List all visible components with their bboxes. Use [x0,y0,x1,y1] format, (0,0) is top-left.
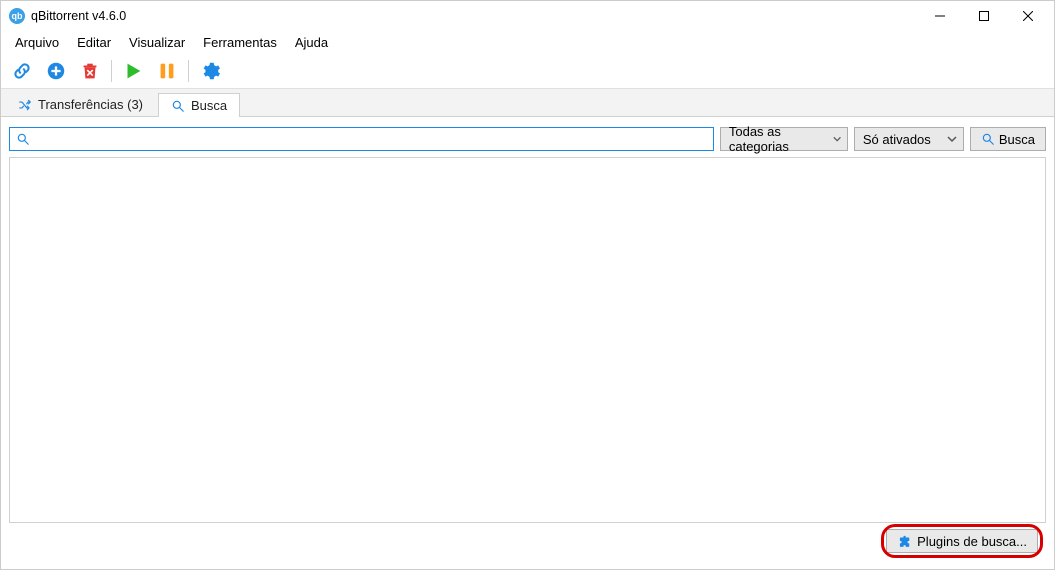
search-icon [16,132,30,146]
menu-help[interactable]: Ajuda [287,33,336,52]
menubar: Arquivo Editar Visualizar Ferramentas Aj… [1,31,1054,53]
tab-search[interactable]: Busca [158,93,240,117]
results-panel [9,157,1046,523]
pause-icon [156,60,178,82]
titlebar: qb qBittorrent v4.6.0 [1,1,1054,31]
status-select-label: Só ativados [863,132,931,147]
start-button[interactable] [118,56,148,86]
app-icon: qb [9,8,25,24]
toolbar [1,53,1054,89]
menu-file[interactable]: Arquivo [7,33,67,52]
tab-search-label: Busca [191,98,227,113]
shuffle-icon [18,98,32,112]
gear-icon [199,60,221,82]
delete-button[interactable] [75,56,105,86]
window-minimize-button[interactable] [918,1,962,31]
plus-circle-icon [45,60,67,82]
window-maximize-button[interactable] [962,1,1006,31]
trash-icon [79,60,101,82]
chevron-down-icon [833,134,841,144]
category-select-label: Todas as categorias [729,124,825,154]
maximize-icon [979,11,989,21]
link-icon [11,60,33,82]
add-link-button[interactable] [7,56,37,86]
chevron-down-icon [947,134,957,144]
search-button-label: Busca [999,132,1035,147]
menu-edit[interactable]: Editar [69,33,119,52]
window-title: qBittorrent v4.6.0 [31,9,126,23]
category-select[interactable]: Todas as categorias [720,127,848,151]
search-button[interactable]: Busca [970,127,1046,151]
search-icon [171,99,185,113]
toolbar-separator [188,60,189,82]
add-torrent-button[interactable] [41,56,71,86]
tabs: Transferências (3) Busca [1,89,1054,117]
toolbar-separator [111,60,112,82]
search-row: Todas as categorias Só ativados Busca [9,127,1046,151]
minimize-icon [935,11,945,21]
tab-transfers[interactable]: Transferências (3) [5,92,156,116]
tab-transfers-label: Transferências (3) [38,97,143,112]
search-input-container [9,127,714,151]
search-plugins-button[interactable]: Plugins de busca... [886,529,1038,553]
search-icon [981,132,995,146]
window-close-button[interactable] [1006,1,1050,31]
status-select[interactable]: Só ativados [854,127,964,151]
play-icon [122,60,144,82]
pause-button[interactable] [152,56,182,86]
puzzle-icon [897,534,911,548]
menu-view[interactable]: Visualizar [121,33,193,52]
bottom-row: Plugins de busca... [9,523,1046,561]
settings-button[interactable] [195,56,225,86]
close-icon [1023,11,1033,21]
search-plugins-button-label: Plugins de busca... [917,534,1027,549]
search-panel: Todas as categorias Só ativados Busca Pl… [1,117,1054,569]
menu-tools[interactable]: Ferramentas [195,33,285,52]
search-input[interactable] [34,129,707,149]
